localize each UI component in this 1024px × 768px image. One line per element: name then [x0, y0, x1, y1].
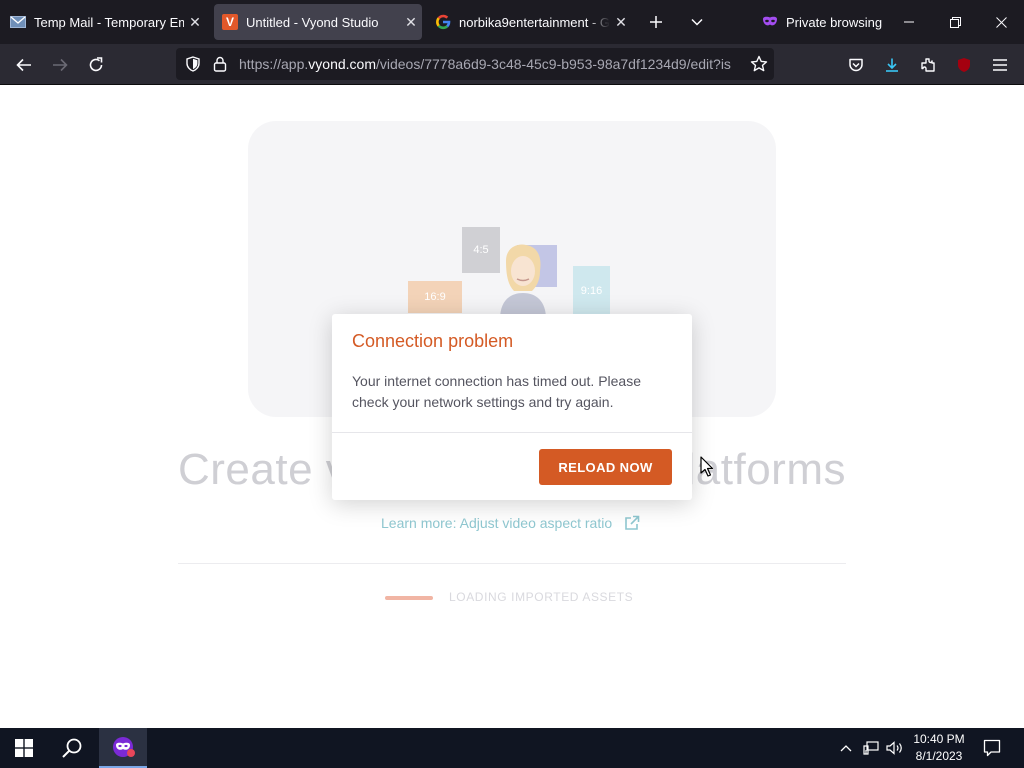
learn-more-link[interactable]: Learn more: Adjust video aspect ratio	[381, 515, 640, 531]
downloads-button[interactable]	[877, 50, 907, 80]
app-menu-button[interactable]	[985, 50, 1015, 80]
ratio-box-16-9: 16:9	[408, 281, 462, 313]
tab-close-icon[interactable]: ✕	[400, 11, 422, 33]
url-path: /videos/7778a6d9-3c48-45c9-b953-98a7df12…	[375, 56, 731, 72]
character-illustration	[500, 244, 546, 319]
mouse-cursor-icon	[700, 456, 714, 477]
dialog-title: Connection problem	[352, 331, 514, 351]
connection-problem-dialog: Connection problem Your internet connect…	[332, 314, 692, 500]
navigation-toolbar: https://app.vyond.com/videos/7778a6d9-3c…	[0, 44, 1024, 107]
search-button[interactable]	[48, 728, 96, 768]
taskbar-firefox-private-button[interactable]	[99, 728, 147, 768]
tab-close-icon[interactable]: ✕	[610, 11, 632, 33]
action-center-button[interactable]	[978, 728, 1006, 768]
notification-icon	[983, 739, 1001, 757]
new-tab-button[interactable]	[642, 8, 670, 36]
dialog-divider	[332, 432, 692, 433]
close-window-button[interactable]	[978, 0, 1024, 44]
ratio-box-9-16: 9:16	[573, 266, 610, 316]
system-clock[interactable]: 10:40 PM 8/1/2023	[908, 731, 970, 765]
reload-now-button[interactable]: RELOAD NOW	[539, 449, 672, 485]
back-button[interactable]	[9, 50, 39, 80]
speaker-icon	[886, 741, 902, 755]
private-browsing-indicator: Private browsing	[762, 12, 882, 32]
extensions-button[interactable]	[913, 50, 943, 80]
bookmark-star-icon[interactable]	[750, 55, 768, 73]
url-host: vyond.com	[308, 56, 376, 72]
clock-time: 10:40 PM	[913, 732, 965, 746]
tab-vyond-studio[interactable]: V Untitled - Vyond Studio ✕	[214, 4, 422, 40]
clock-date: 8/1/2023	[915, 749, 963, 763]
vyond-logo-icon: V	[222, 14, 238, 30]
windows-taskbar: 10:40 PM 8/1/2023	[0, 728, 1024, 768]
heading-left-text: Create v	[178, 445, 349, 494]
learn-more-label: Learn more: Adjust video aspect ratio	[381, 515, 613, 531]
firefox-private-icon	[113, 737, 135, 757]
list-all-tabs-button[interactable]	[683, 8, 711, 36]
url-prefix: https://app.	[239, 56, 309, 72]
ublock-extension-button[interactable]	[949, 50, 979, 80]
google-icon	[435, 14, 451, 30]
windows-logo-icon	[15, 739, 33, 757]
external-link-icon	[624, 515, 640, 531]
tab-google[interactable]: norbika9entertainment - Goo ✕	[430, 4, 632, 40]
pocket-button[interactable]	[841, 50, 871, 80]
network-icon	[863, 741, 879, 755]
tab-close-icon[interactable]: ✕	[184, 11, 206, 33]
loading-progress-bar	[385, 596, 433, 600]
tab-title: Untitled - Vyond Studio	[246, 14, 379, 30]
reload-button[interactable]	[81, 50, 111, 80]
chevron-up-icon	[840, 745, 852, 752]
lock-icon[interactable]	[213, 56, 227, 72]
volume-button[interactable]	[884, 728, 906, 768]
content-divider	[178, 563, 846, 564]
private-browsing-label: Private browsing	[786, 14, 883, 30]
url-text[interactable]: https://app.vyond.com/videos/7778a6d9-3c…	[239, 48, 744, 80]
loading-status-text: LOADING IMPORTED ASSETS	[449, 590, 634, 604]
restore-button[interactable]	[932, 0, 978, 44]
minimize-button[interactable]	[886, 0, 932, 44]
dialog-message: Your internet connection has timed out. …	[352, 373, 642, 410]
mail-icon	[10, 14, 26, 30]
tab-temp-mail[interactable]: Temp Mail - Temporary Email ✕	[8, 4, 206, 40]
tab-strip: Temp Mail - Temporary Email ✕ V Untitled…	[0, 0, 1024, 44]
tracking-protection-shield-icon[interactable]	[185, 56, 201, 72]
url-bar[interactable]: https://app.vyond.com/videos/7778a6d9-3c…	[176, 48, 774, 80]
forward-button[interactable]	[45, 50, 75, 80]
tab-title: norbika9entertainment - Goo	[459, 14, 610, 30]
show-hidden-icons-button[interactable]	[836, 728, 856, 768]
start-button[interactable]	[0, 728, 48, 768]
private-mask-icon	[762, 16, 778, 28]
network-button[interactable]	[860, 728, 882, 768]
tab-title: Temp Mail - Temporary Email	[34, 14, 184, 30]
search-icon	[62, 738, 82, 758]
